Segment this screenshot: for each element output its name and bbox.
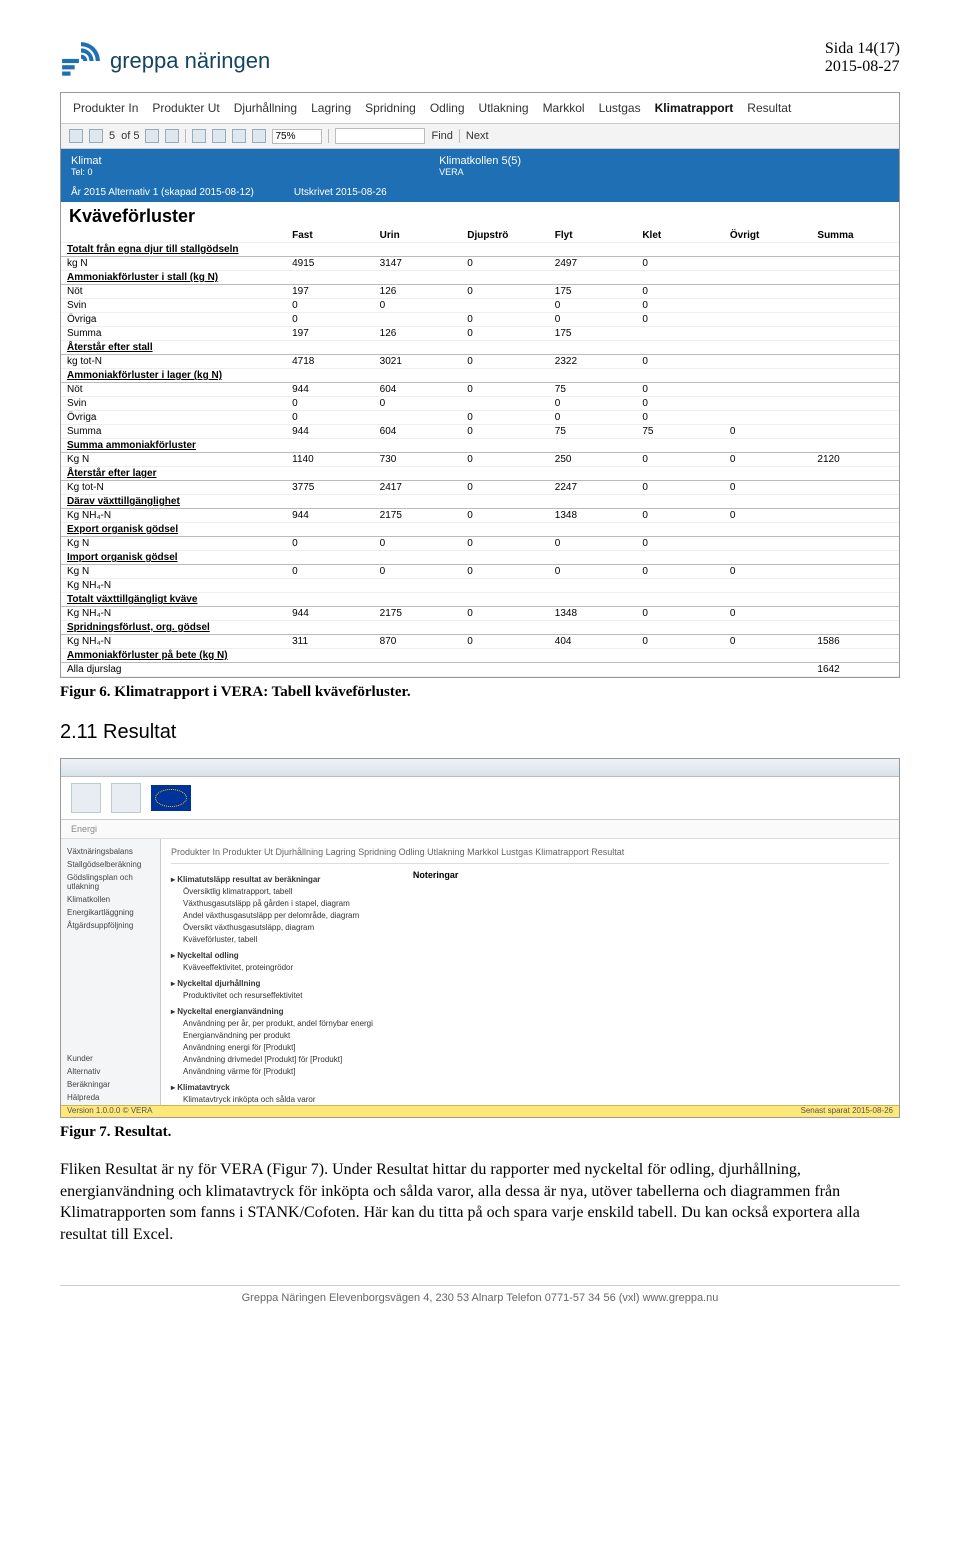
banner-row2-left: År 2015 Alternativ 1 (skapad 2015-08-12) bbox=[71, 187, 254, 198]
tab-produkter-in[interactable]: Produkter In bbox=[73, 101, 138, 115]
sidebar-footer-item[interactable]: Beräkningar bbox=[65, 1078, 156, 1091]
tree-group[interactable]: ▸ Nyckeltal energianvändning bbox=[171, 1006, 373, 1018]
sidebar-footer-item[interactable]: Hälpreda bbox=[65, 1091, 156, 1104]
tree-group[interactable]: ▸ Nyckeltal odling bbox=[171, 950, 373, 962]
tree-item[interactable]: Användning per år, per produkt, andel fö… bbox=[183, 1018, 373, 1030]
tab-djurhållning[interactable]: Djurhållning bbox=[234, 101, 297, 115]
version-left: Version 1.0.0.0 © VERA bbox=[67, 1106, 153, 1117]
resultat-screenshot: Energi VäxtnäringsbalansStallgödselberäk… bbox=[60, 758, 900, 1118]
sidebar-item[interactable]: Stallgödselberäkning bbox=[65, 858, 156, 871]
tree-item[interactable]: Översikt växthusgasutsläpp, diagram bbox=[183, 922, 373, 934]
tab-lustgas[interactable]: Lustgas bbox=[599, 101, 641, 115]
tab-utlakning[interactable]: Utlakning bbox=[479, 101, 529, 115]
first-page-icon[interactable] bbox=[69, 129, 83, 143]
tree-item[interactable]: Produktivitet och resurseffektivitet bbox=[183, 990, 373, 1002]
sidebar: VäxtnäringsbalansStallgödselberäkningGöd… bbox=[61, 839, 161, 1111]
sidebar-item[interactable]: Energikartläggning bbox=[65, 906, 156, 919]
next-page-icon[interactable] bbox=[145, 129, 159, 143]
page-header: greppa näringen Sida 14(17) 2015-08-27 bbox=[60, 40, 900, 82]
version-right: Senast sparat 2015-08-26 bbox=[800, 1106, 893, 1117]
sidebar-item[interactable]: Åtgärdsuppföljning bbox=[65, 919, 156, 932]
kv-table: FastUrinDjupströFlytKletÖvrigtSummaTotal… bbox=[61, 229, 899, 677]
tree-item[interactable]: Energianvändning per produkt bbox=[183, 1030, 373, 1042]
tab-lagring[interactable]: Lagring bbox=[311, 101, 351, 115]
last-page-icon[interactable] bbox=[165, 129, 179, 143]
page-number: Sida 14(17) bbox=[825, 40, 900, 58]
window-titlebar bbox=[61, 759, 899, 777]
tab-odling[interactable]: Odling bbox=[430, 101, 465, 115]
brand-logo: greppa näringen bbox=[60, 40, 270, 82]
layout-icon[interactable] bbox=[232, 129, 246, 143]
tab-well: Energi bbox=[61, 820, 899, 839]
tree-item[interactable]: Användning drivmedel [Produkt] för [Prod… bbox=[183, 1054, 373, 1066]
tab-markkol[interactable]: Markkol bbox=[543, 101, 585, 115]
tree-item[interactable]: Andel växthusgasutsläpp per delområde, d… bbox=[183, 910, 373, 922]
report-banner: Klimat Tel: 0 Klimatkollen 5(5) VERA bbox=[61, 149, 899, 183]
banner-right-title: Klimatkollen 5(5) bbox=[439, 155, 807, 167]
tree-group[interactable]: ▸ Nyckeltal djurhållning bbox=[171, 978, 373, 990]
kv-title: Kväveförluster bbox=[61, 202, 899, 229]
result-tree: ▸ Klimatutsläpp resultat av beräkningarÖ… bbox=[171, 870, 373, 1106]
tree-group[interactable]: ▸ Klimatutsläpp resultat av beräkningar bbox=[171, 874, 373, 886]
tab-spridning[interactable]: Spridning bbox=[365, 101, 416, 115]
page-of: of 5 bbox=[121, 130, 139, 142]
footer-rule bbox=[60, 1285, 900, 1286]
tab-resultat[interactable]: Resultat bbox=[747, 101, 791, 115]
inner-tabs: Produkter In Produkter Ut Djurhållning L… bbox=[171, 845, 889, 864]
ribbon-icon-2[interactable] bbox=[111, 783, 141, 813]
main-panel: Produkter In Produkter Ut Djurhållning L… bbox=[161, 839, 899, 1111]
sidebar-footer-item[interactable]: Alternativ bbox=[65, 1065, 156, 1078]
eu-flag-icon bbox=[151, 785, 191, 811]
ribbon bbox=[61, 777, 899, 820]
klimatrapport-screenshot: Produkter In Produkter Ut Djurhållning Lagr… bbox=[60, 92, 900, 678]
refresh-icon[interactable] bbox=[192, 129, 206, 143]
sidebar-item[interactable]: Gödslingsplan och utlakning bbox=[65, 871, 156, 893]
logo-icon bbox=[60, 40, 102, 82]
tree-group[interactable]: ▸ Klimatavtryck bbox=[171, 1082, 373, 1094]
section-heading: 2.11 Resultat bbox=[60, 721, 900, 744]
export-icon[interactable] bbox=[252, 129, 266, 143]
banner-left-sub: Tel: 0 bbox=[71, 167, 439, 177]
tree-item[interactable]: Kväveförluster, tabell bbox=[183, 934, 373, 946]
page-footer: Greppa Näringen Elevenborgsvägen 4, 230 … bbox=[60, 1292, 900, 1304]
ribbon-icon-1[interactable] bbox=[71, 783, 101, 813]
tree-item[interactable]: Växthusgasutsläpp på gården i stapel, di… bbox=[183, 898, 373, 910]
print-icon[interactable] bbox=[212, 129, 226, 143]
tree-item[interactable]: Användning energi för [Produkt] bbox=[183, 1042, 373, 1054]
col-noteringar: Noteringar bbox=[413, 870, 459, 1106]
figure6-caption: Figur 6. Klimatrapport i VERA: Tabell kv… bbox=[60, 684, 900, 701]
tree-item[interactable]: Kväveeffektivitet, proteingrödor bbox=[183, 962, 373, 974]
next-label[interactable]: Next bbox=[466, 130, 489, 142]
page-date: 2015-08-27 bbox=[825, 58, 900, 76]
brand-text: greppa näringen bbox=[110, 48, 270, 74]
tab-produkter-ut[interactable]: Produkter Ut bbox=[152, 101, 219, 115]
report-sub-banner: År 2015 Alternativ 1 (skapad 2015-08-12)… bbox=[61, 183, 899, 202]
sidebar-item[interactable]: Klimatkollen bbox=[65, 893, 156, 906]
sidebar-footer-item[interactable]: Kunder bbox=[65, 1052, 156, 1065]
sidebar-item[interactable]: Växtnäringsbalans bbox=[65, 845, 156, 858]
page-current: 5 bbox=[109, 130, 115, 142]
status-bar: Version 1.0.0.0 © VERA Senast sparat 201… bbox=[61, 1105, 899, 1117]
body-text: Fliken Resultat är ny för VERA (Figur 7)… bbox=[60, 1159, 900, 1245]
prev-page-icon[interactable] bbox=[89, 129, 103, 143]
figure7-caption: Figur 7. Resultat. bbox=[60, 1124, 900, 1141]
find-input[interactable] bbox=[335, 128, 425, 144]
report-toolbar: 5 of 5 Find Next bbox=[61, 124, 899, 149]
zoom-input[interactable] bbox=[272, 129, 322, 144]
app-tabs: Produkter In Produkter Ut Djurhållning Lagr… bbox=[61, 93, 899, 124]
tree-item[interactable]: Översiktlig klimatrapport, tabell bbox=[183, 886, 373, 898]
find-label[interactable]: Find bbox=[431, 130, 452, 142]
banner-right-sub: VERA bbox=[439, 167, 807, 177]
tab-klimatrapport[interactable]: Klimatrapport bbox=[655, 101, 734, 115]
page-meta: Sida 14(17) 2015-08-27 bbox=[825, 40, 900, 76]
tree-item[interactable]: Användning värme för [Produkt] bbox=[183, 1066, 373, 1078]
banner-left-title: Klimat bbox=[71, 155, 439, 167]
banner-row2-right: Utskrivet 2015-08-26 bbox=[294, 187, 387, 198]
